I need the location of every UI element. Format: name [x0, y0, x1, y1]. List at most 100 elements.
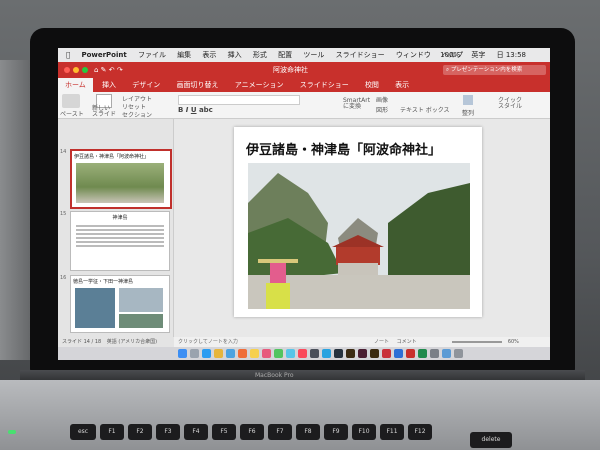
paste-button[interactable]: ペースト — [60, 109, 84, 118]
app-name[interactable]: PowerPoint — [81, 51, 126, 59]
calendar-icon[interactable] — [238, 349, 247, 358]
maps-icon[interactable] — [286, 349, 295, 358]
menu-arrange[interactable]: 配置 — [278, 51, 292, 59]
text-box-button[interactable]: テキスト ボックス — [400, 105, 450, 114]
indesign-icon[interactable] — [358, 349, 367, 358]
menu-tools[interactable]: ツール — [303, 51, 324, 59]
clock[interactable]: 日 13:58 — [497, 51, 526, 59]
ribbon-toolbar: ペースト 新しい スライド レイアウト リセット セクション B I U abc… — [58, 92, 550, 119]
system-preferences-icon[interactable] — [430, 349, 439, 358]
zoom-button[interactable] — [82, 67, 88, 73]
smartart-button[interactable]: SmartArt に変換 — [343, 98, 370, 110]
menu-view[interactable]: 表示 — [202, 51, 216, 59]
illustrator-icon[interactable] — [370, 349, 379, 358]
slide-canvas[interactable]: 伊豆諸島・神津島「阿波命神社」 — [174, 119, 550, 337]
key-f2[interactable]: F2 — [128, 424, 152, 440]
tab-transitions[interactable]: 画面切り替え — [170, 78, 226, 92]
tab-animations[interactable]: アニメーション — [228, 78, 291, 92]
key-f1[interactable]: F1 — [100, 424, 124, 440]
search-field[interactable]: ⌕ プレゼンテーション内を検索 — [443, 65, 546, 75]
bridge-icon[interactable] — [346, 349, 355, 358]
word-icon[interactable] — [394, 349, 403, 358]
messages-icon[interactable] — [274, 349, 283, 358]
music-icon[interactable] — [298, 349, 307, 358]
battery-status[interactable]: 100% — [440, 51, 460, 59]
key-f9[interactable]: F9 — [324, 424, 348, 440]
menu-window[interactable]: ウィンドウ — [396, 51, 431, 59]
key-f4[interactable]: F4 — [184, 424, 208, 440]
key-f5[interactable]: F5 — [212, 424, 236, 440]
app-icon[interactable] — [310, 349, 319, 358]
current-slide[interactable]: 伊豆諸島・神津島「阿波命神社」 — [234, 127, 482, 317]
key-f3[interactable]: F3 — [156, 424, 180, 440]
key-delete[interactable]: delete — [470, 432, 512, 448]
excel-icon[interactable] — [418, 349, 427, 358]
key-f11[interactable]: F11 — [380, 424, 404, 440]
status-left: スライド 14 / 18 英語 (アメリカ合衆国) — [58, 337, 174, 347]
launchpad-icon[interactable] — [190, 349, 199, 358]
trash-icon[interactable] — [454, 349, 463, 358]
notes-app-icon[interactable] — [250, 349, 259, 358]
tab-design[interactable]: デザイン — [125, 78, 167, 92]
menu-edit[interactable]: 編集 — [177, 51, 191, 59]
menu-slideshow[interactable]: スライドショー — [336, 51, 385, 59]
slide-thumbnail-15[interactable]: 神津島 — [70, 211, 170, 271]
folder-icon[interactable] — [442, 349, 451, 358]
key-esc[interactable]: esc — [70, 424, 96, 440]
apple-icon[interactable]:  — [66, 51, 70, 59]
slide-number: 16 — [60, 275, 67, 281]
mail-icon[interactable] — [226, 349, 235, 358]
zoom-slider[interactable] — [452, 340, 503, 343]
powerpoint-icon[interactable] — [406, 349, 415, 358]
acrobat-icon[interactable] — [382, 349, 391, 358]
key-f12[interactable]: F12 — [408, 424, 432, 440]
safari-icon[interactable] — [202, 349, 211, 358]
shrine-photo[interactable] — [248, 163, 470, 309]
slide-number: 15 — [60, 211, 67, 217]
key-f8[interactable]: F8 — [296, 424, 320, 440]
paste-icon[interactable] — [62, 94, 80, 108]
menu-insert[interactable]: 挿入 — [228, 51, 242, 59]
tab-slideshow[interactable]: スライドショー — [293, 78, 356, 92]
finder-icon[interactable] — [178, 349, 187, 358]
chrome-icon[interactable] — [214, 349, 223, 358]
photoshop-icon[interactable] — [334, 349, 343, 358]
tab-home[interactable]: ホーム — [58, 78, 93, 92]
new-slide-button[interactable]: 新しい スライド — [92, 106, 118, 118]
quick-access-icons[interactable]: ⌂ ✎ ↶ ↷ — [94, 62, 123, 78]
slide-number: 14 — [60, 149, 67, 155]
slide-thumbnail-14[interactable]: 伊豆諸島・神津島「阿波命神社」 — [70, 149, 172, 209]
input-source[interactable]: 英字 — [471, 51, 485, 59]
picture-button[interactable]: 画像 — [376, 95, 388, 104]
app-store-icon[interactable] — [322, 349, 331, 358]
arrange-button[interactable]: 整列 — [462, 108, 474, 117]
slide-title[interactable]: 伊豆諸島・神津島「阿波命神社」 — [246, 139, 441, 158]
language-status[interactable]: 英語 (アメリカ合衆国) — [107, 339, 157, 345]
thumb-image — [75, 288, 115, 328]
thumb-title: 神津島 — [112, 215, 128, 221]
thumb-title: 徳島一学征・下田一神津島 — [73, 279, 134, 285]
key-f10[interactable]: F10 — [352, 424, 376, 440]
font-selector[interactable] — [178, 95, 300, 105]
close-button[interactable] — [64, 67, 70, 73]
laptop-label: MacBook Pro — [255, 372, 294, 379]
tab-view[interactable]: 表示 — [388, 78, 416, 92]
photos-icon[interactable] — [262, 349, 271, 358]
tab-insert[interactable]: 挿入 — [95, 78, 123, 92]
section-button[interactable]: セクション — [122, 110, 152, 119]
menu-format[interactable]: 形式 — [253, 51, 267, 59]
tab-review[interactable]: 校閲 — [358, 78, 386, 92]
slide-thumbnail-16[interactable]: 徳島一学征・下田一神津島 — [70, 275, 170, 333]
quick-style-button[interactable]: クイック スタイル — [498, 98, 522, 110]
dock — [58, 347, 550, 360]
key-f6[interactable]: F6 — [240, 424, 264, 440]
arrange-icon[interactable] — [463, 95, 473, 105]
laptop-base: esc F1 F2 F3 F4 F5 F6 F7 F8 F9 F10 F11 F… — [0, 380, 600, 450]
notes-button[interactable]: ノート — [374, 339, 389, 345]
shape-button[interactable]: 図形 — [376, 105, 388, 114]
format-buttons[interactable]: B I U abc — [178, 106, 213, 114]
minimize-button[interactable] — [73, 67, 79, 73]
key-f7[interactable]: F7 — [268, 424, 292, 440]
menu-file[interactable]: ファイル — [138, 51, 166, 59]
comments-button[interactable]: コメント — [397, 339, 417, 345]
